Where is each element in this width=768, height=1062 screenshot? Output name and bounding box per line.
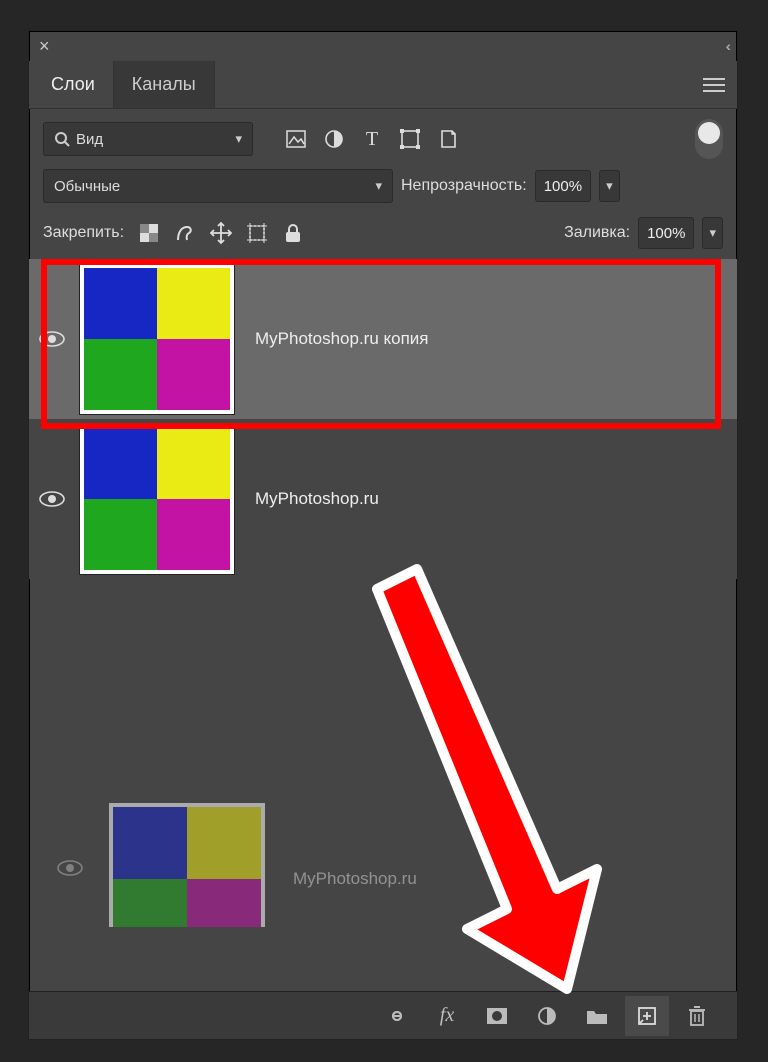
filter-adjust-icon[interactable] [323,128,345,150]
chevron-down-icon: ▾ [375,178,382,194]
blend-mode-dropdown[interactable]: Обычные ▾ [43,169,393,203]
opacity-stepper[interactable]: ▾ [599,170,620,202]
layer-drag-ghost: MyPhotoshop.ru [109,799,669,927]
close-icon[interactable]: × [39,36,50,57]
fill-value: 100% [647,225,685,242]
fill-field[interactable]: 100% [638,217,694,249]
delete-layer-icon[interactable] [675,996,719,1036]
visibility-toggle[interactable] [31,490,73,508]
fill-label: Заливка: [564,224,630,242]
lock-image-icon[interactable] [174,222,196,244]
panel-titlebar: × ‹‹ [29,31,737,61]
lock-all-icon[interactable] [282,222,304,244]
filter-type-icons: T [285,128,459,150]
new-layer-icon[interactable] [625,996,669,1036]
lock-label: Закрепить: [43,224,124,242]
layer-name[interactable]: MyPhotoshop.ru копия [255,329,429,349]
lock-row: Закрепить: Заливка: 100% ▾ [29,211,737,259]
filter-smart-icon[interactable] [437,128,459,150]
opacity-label: Непрозрачность: [401,177,527,195]
link-layers-icon[interactable] [375,996,419,1036]
search-icon [54,131,70,147]
chevron-down-icon: ▾ [235,131,242,147]
layer-name[interactable]: MyPhotoshop.ru [255,489,379,509]
adjustment-layer-icon[interactable] [525,996,569,1036]
lock-artboard-icon[interactable] [246,222,268,244]
tab-channels[interactable]: Каналы [114,61,215,108]
lock-position-icon[interactable] [210,222,232,244]
filter-kind-label: Вид [76,131,103,148]
layers-bottom-bar: fx [29,991,737,1039]
chevron-down-icon: ▾ [606,178,613,194]
layer-mask-icon[interactable] [475,996,519,1036]
layers-list: MyPhotoshop.ru копия MyPhotoshop.ru MyPh… [29,259,737,927]
eye-icon [57,859,83,877]
collapse-panel-icon[interactable]: ‹‹ [726,38,727,54]
filter-shape-icon[interactable] [399,128,421,150]
layer-fx-icon[interactable]: fx [425,996,469,1036]
layer-thumbnail[interactable] [79,263,235,415]
layer-filter-row: Вид ▾ T [29,109,737,165]
layer-name: MyPhotoshop.ru [293,869,417,889]
filter-pixel-icon[interactable] [285,128,307,150]
layer-thumbnail[interactable] [79,423,235,575]
blend-mode-value: Обычные [54,178,120,195]
chevron-down-icon: ▾ [709,225,716,241]
panel-menu-icon[interactable] [691,77,737,93]
panel-tabs: Слои Каналы [29,61,737,109]
new-group-icon[interactable] [575,996,619,1036]
eye-icon [39,490,65,508]
opacity-value: 100% [544,178,582,195]
fill-stepper[interactable]: ▾ [702,217,723,249]
lock-transparency-icon[interactable] [138,222,160,244]
visibility-toggle[interactable] [31,330,73,348]
layer-thumbnail [109,803,265,927]
tab-layers[interactable]: Слои [33,61,114,108]
filter-kind-dropdown[interactable]: Вид ▾ [43,122,253,156]
blend-row: Обычные ▾ Непрозрачность: 100% ▾ [29,165,737,211]
visibility-toggle [49,859,91,877]
opacity-field[interactable]: 100% [535,170,591,202]
layer-row[interactable]: MyPhotoshop.ru копия [29,259,737,419]
filter-text-icon[interactable]: T [361,128,383,150]
filter-toggle[interactable] [695,119,723,159]
layers-panel: × ‹‹ Слои Каналы Вид ▾ T [28,30,738,1040]
layer-row[interactable]: MyPhotoshop.ru [29,419,737,579]
eye-icon [39,330,65,348]
